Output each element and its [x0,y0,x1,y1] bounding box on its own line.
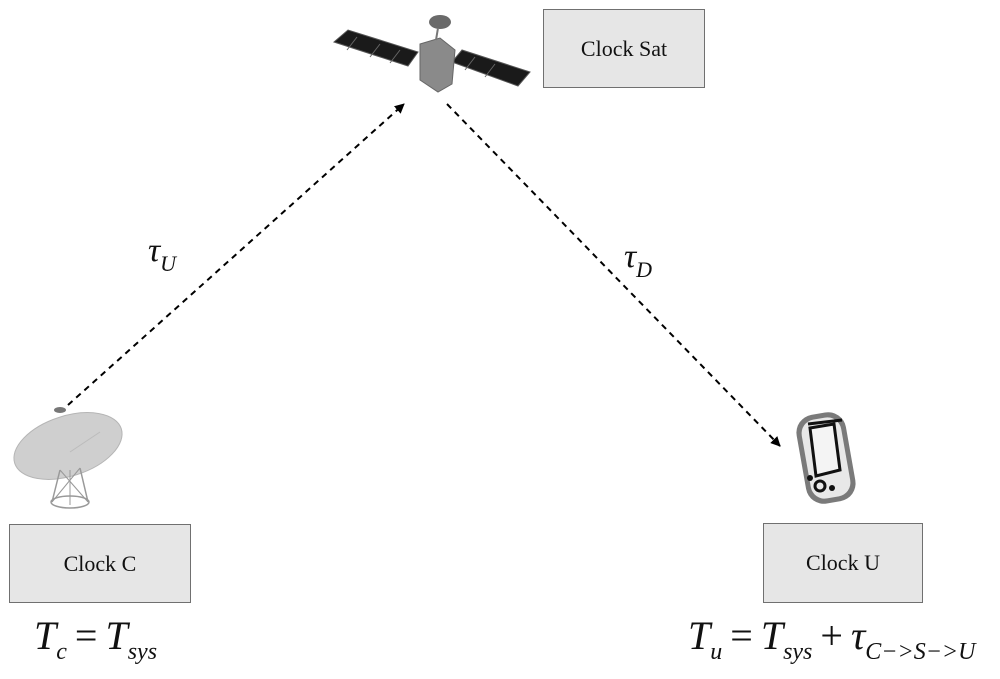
eq-rhs: T [760,613,784,658]
eq-operator: = [74,613,98,658]
eq-lhs: T [688,613,711,658]
eq-tau: τ [850,613,866,658]
satellite-dish-icon [13,407,123,509]
clock-sat-box: Clock Sat [543,9,705,88]
eq-plus-operator: + [820,613,843,658]
uplink-arrow [67,103,405,406]
clock-u-label: Clock U [806,550,880,575]
tau-symbol: τ [148,232,161,269]
downlink-arrow [446,103,781,447]
downlink-delay-label: τD [624,238,652,283]
clock-u-equation: Tu = Tsys + τC−>S−>U [688,612,975,666]
handheld-device-icon [796,412,856,504]
eq-rhs-sub: sys [783,639,813,665]
eq-lhs-sub: u [710,639,723,665]
satellite-icon [332,15,531,93]
eq-lhs: T [34,613,57,658]
downlink-subscript: D [636,257,653,282]
uplink-delay-label: τU [148,232,176,277]
clock-c-label: Clock C [63,550,137,576]
clock-sat-label: Clock Sat [580,35,668,61]
eq-rhs: T [105,613,128,658]
eq-tau-sub: C−>S−>U [865,639,976,665]
tau-symbol: τ [624,238,637,275]
clock-c-equation: Tc = Tsys [34,612,157,666]
eq-operator: = [730,613,753,658]
eq-rhs-sub: sys [127,639,158,665]
eq-lhs-sub: c [56,639,67,665]
clock-c-box: Clock C [9,524,191,603]
uplink-subscript: U [160,251,177,276]
clock-u-box: Clock U [763,523,923,603]
